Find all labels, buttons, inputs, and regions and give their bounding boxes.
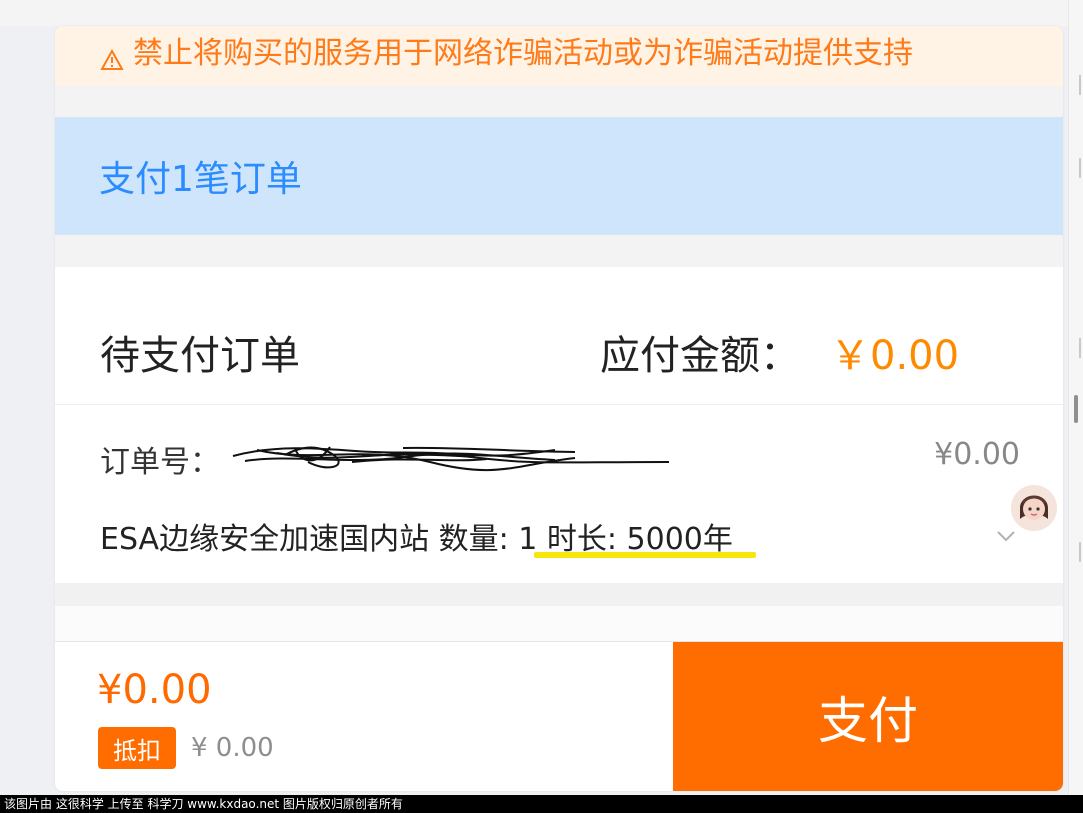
deduct-value: ¥ 0.00 [191,733,274,763]
scroll-mark [1079,338,1081,358]
amount-due-value: ￥0.00 [830,333,960,379]
footer-total: ¥0.00 [97,667,212,713]
order-detail-row: ESA边缘安全加速国内站 数量: 1 时长: 5000年 [100,514,1025,558]
payment-page: 禁止将购买的服务用于网络诈骗活动或为诈骗活动提供支持 支付1笔订单 待支付订单 … [0,0,1083,813]
order-section: 待支付订单 应付金额： ￥0.00 订单号： ¥0.00 ESA边缘安全加速国内… [55,267,1063,583]
pending-order-title: 待支付订单 [100,333,300,379]
section-separator [55,583,1063,606]
warning-banner: 禁止将购买的服务用于网络诈骗活动或为诈骗活动提供支持 [55,26,1063,86]
assistant-avatar-icon[interactable] [1011,485,1057,531]
top-strip [0,0,1083,26]
redacted-order-number [225,438,675,478]
payment-card: 禁止将购买的服务用于网络诈骗活动或为诈骗活动提供支持 支付1笔订单 待支付订单 … [55,26,1063,791]
order-price: ¥0.00 [934,437,1020,472]
payment-summary-title: 支付1笔订单 [99,159,302,200]
scroll-mark [1079,542,1081,562]
pay-button[interactable]: 支付 [673,642,1063,791]
scrollbar-thumb[interactable] [1074,395,1078,423]
payment-summary-bar: 支付1笔订单 [55,117,1063,235]
deduct-badge: 抵扣 [98,727,176,769]
right-scrollbar[interactable] [1068,0,1083,795]
order-number-label: 订单号： [100,445,220,480]
quantity-duration-highlight [534,552,756,558]
scroll-mark [1079,75,1081,95]
payment-footer: ¥0.00 抵扣 ¥ 0.00 支付 [55,641,1063,791]
order-header: 待支付订单 应付金额： ￥0.00 [55,267,1063,405]
amount-due-label: 应付金额： [600,333,800,379]
watermark-text: 该图片由 这很科学 上传至 科学刀 www.kxdao.net 图片版权归原创者… [0,795,1083,813]
warning-triangle-icon [97,41,127,71]
warning-text: 禁止将购买的服务用于网络诈骗活动或为诈骗活动提供支持 [133,36,913,71]
scroll-mark [1079,158,1081,178]
chevron-down-icon[interactable] [992,522,1020,550]
order-number-row: 订单号： ¥0.00 [100,437,1020,480]
